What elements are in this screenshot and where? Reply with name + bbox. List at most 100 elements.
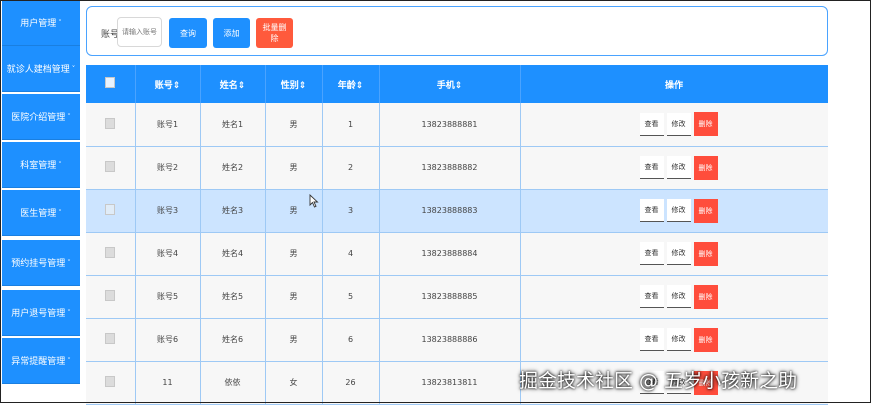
cell-account: 账号1 [135, 103, 201, 147]
cell-account: 账号5 [135, 275, 201, 319]
cell-account: 账号2 [135, 146, 201, 190]
cell-actions: 查看 修改 删除 [520, 275, 828, 319]
cell-phone: 13823888883 [379, 189, 521, 233]
cell-phone: 13823888885 [379, 275, 521, 319]
delete-button[interactable]: 删除 [693, 112, 718, 137]
edit-button[interactable]: 修改 [666, 199, 691, 222]
column-header-account[interactable]: 账号⇕ [135, 65, 201, 103]
cell-name: 姓名6 [200, 318, 266, 362]
cell-gender: 男 [265, 146, 323, 190]
row-checkbox[interactable] [86, 361, 136, 405]
user-table: 账号⇕ 姓名⇕ 性别⇕ 年龄⇕ 手机⇕ 操作 账号1 姓名1 男 1 13823… [86, 65, 828, 405]
column-header-phone[interactable]: 手机⇕ [379, 65, 521, 103]
cell-gender: 男 [265, 275, 323, 319]
column-header-actions: 操作 [520, 65, 828, 103]
chevron-down-icon: ˅ [58, 160, 62, 169]
chevron-down-icon: ˅ [71, 64, 76, 73]
cell-phone: 13823888886 [379, 318, 521, 362]
delete-button[interactable]: 删除 [693, 155, 718, 180]
add-button[interactable]: 添加 [213, 18, 250, 48]
sidebar-item-hospital-intro[interactable]: 医院介绍管理 ˅ [2, 94, 80, 140]
cell-phone: 13823888884 [379, 232, 521, 276]
cell-age: 4 [322, 232, 380, 276]
view-button[interactable]: 查看 [639, 285, 664, 308]
chevron-down-icon: ˅ [67, 112, 71, 121]
table-row[interactable]: 账号5 姓名5 男 5 13823888885 查看 修改 删除 [86, 275, 828, 319]
sidebar-item-doctor[interactable]: 医生管理 ˅ [2, 190, 80, 236]
delete-button[interactable]: 删除 [693, 241, 718, 266]
sidebar-item-department[interactable]: 科室管理 ˅ [2, 142, 80, 188]
column-header-gender[interactable]: 性别⇕ [265, 65, 323, 103]
cell-age: 26 [322, 361, 380, 405]
chevron-down-icon: ˅ [67, 258, 71, 267]
mouse-cursor-icon [309, 194, 319, 208]
row-checkbox[interactable] [86, 232, 136, 276]
batch-delete-button[interactable]: 批量删除 [256, 18, 293, 48]
view-button[interactable]: 查看 [639, 328, 664, 351]
sidebar-item-label: 用户管理 [20, 19, 57, 29]
column-header-age[interactable]: 年龄⇕ [322, 65, 380, 103]
cell-gender: 男 [265, 318, 323, 362]
edit-button[interactable]: 修改 [666, 328, 691, 351]
edit-button[interactable]: 修改 [666, 242, 691, 265]
row-checkbox[interactable] [86, 103, 136, 147]
sidebar-item-label: 医生管理 [20, 209, 57, 219]
edit-button[interactable]: 修改 [666, 285, 691, 308]
sidebar-item-refund[interactable]: 用户退号管理 ˅ [2, 290, 80, 336]
row-checkbox[interactable] [86, 275, 136, 319]
table-row[interactable]: 账号4 姓名4 男 4 13823888884 查看 修改 删除 [86, 232, 828, 276]
cell-age: 6 [322, 318, 380, 362]
view-button[interactable]: 查看 [639, 199, 664, 222]
table-row[interactable]: 账号1 姓名1 男 1 13823888881 查看 修改 删除 [86, 103, 828, 147]
table-row[interactable]: 账号6 姓名6 男 6 13823888886 查看 修改 删除 [86, 318, 828, 362]
view-button[interactable]: 查看 [639, 156, 664, 179]
select-all-checkbox[interactable] [86, 65, 136, 103]
cell-name: 依依 [200, 361, 266, 405]
chevron-down-icon: ˅ [58, 18, 62, 27]
table-row[interactable]: 账号2 姓名2 男 2 13823888882 查看 修改 删除 [86, 146, 828, 190]
cell-name: 姓名1 [200, 103, 266, 147]
sidebar-item-label: 异常提醒管理 [11, 357, 66, 367]
cell-name: 姓名2 [200, 146, 266, 190]
sidebar-item-label: 预约挂号管理 [11, 259, 66, 269]
cell-age: 1 [322, 103, 380, 147]
cell-account: 账号6 [135, 318, 201, 362]
watermark: 掘金技术社区 @ 五岁小孩新之助 [519, 370, 798, 392]
cell-name: 姓名4 [200, 232, 266, 276]
cell-account: 账号3 [135, 189, 201, 233]
row-checkbox[interactable] [86, 318, 136, 362]
chevron-down-icon: ˅ [58, 208, 62, 217]
cell-actions: 查看 修改 删除 [520, 189, 828, 233]
cell-account: 账号4 [135, 232, 201, 276]
cell-actions: 查看 修改 删除 [520, 146, 828, 190]
cell-actions: 查看 修改 删除 [520, 232, 828, 276]
cell-actions: 查看 修改 删除 [520, 103, 828, 147]
cell-age: 2 [322, 146, 380, 190]
cell-gender: 男 [265, 103, 323, 147]
view-button[interactable]: 查看 [639, 242, 664, 265]
edit-button[interactable]: 修改 [666, 112, 691, 136]
cell-name: 姓名5 [200, 275, 266, 319]
chevron-down-icon: ˅ [67, 356, 71, 365]
edit-button[interactable]: 修改 [666, 156, 691, 179]
delete-button[interactable]: 删除 [693, 198, 718, 223]
row-checkbox[interactable] [86, 189, 136, 233]
view-button[interactable]: 查看 [639, 112, 664, 136]
delete-button[interactable]: 删除 [693, 284, 718, 309]
cell-account: 11 [135, 361, 201, 405]
row-checkbox[interactable] [86, 146, 136, 190]
cell-phone: 13823813811 [379, 361, 521, 405]
sidebar-item-patient-records[interactable]: 就诊人建档管理 ˅ [2, 46, 80, 92]
column-header-name[interactable]: 姓名⇕ [200, 65, 266, 103]
account-search-input[interactable] [117, 17, 162, 47]
sidebar-item-alerts[interactable]: 异常提醒管理 ˅ [2, 338, 80, 384]
query-button[interactable]: 查询 [169, 18, 207, 48]
sidebar: 用户管理 ˅ 就诊人建档管理 ˅ 医院介绍管理 ˅ 科室管理 ˅ 医生管理 ˅ 预约挂号管… [2, 0, 80, 405]
cell-name: 姓名3 [200, 189, 266, 233]
sidebar-item-user[interactable]: 用户管理 ˅ [2, 0, 80, 46]
cell-age: 5 [322, 275, 380, 319]
delete-button[interactable]: 删除 [693, 327, 718, 352]
sidebar-item-appointment[interactable]: 预约挂号管理 ˅ [2, 240, 80, 286]
table-row-selected[interactable]: 账号3 姓名3 男 3 13823888883 查看 修改 删除 [86, 189, 828, 233]
sidebar-item-label: 医院介绍管理 [11, 113, 66, 123]
